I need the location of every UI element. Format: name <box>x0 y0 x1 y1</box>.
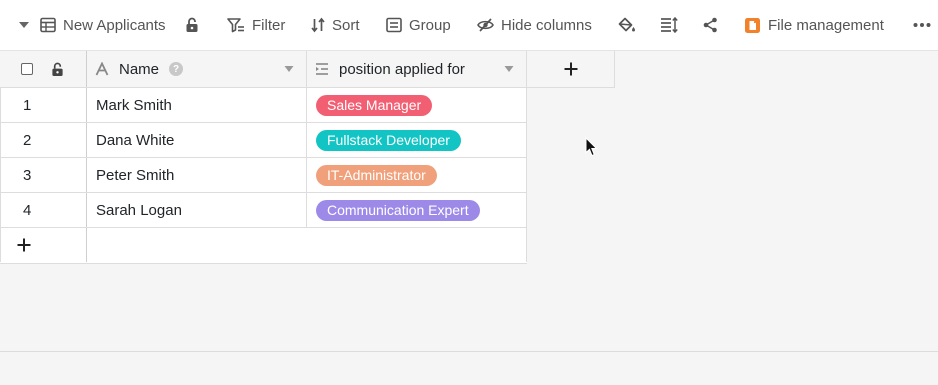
header-select-cell <box>0 51 87 87</box>
column-title: Name <box>119 60 160 78</box>
name-cell[interactable]: Mark Smith <box>87 88 307 122</box>
table-row[interactable]: 4 Sarah Logan Communication Expert <box>0 193 527 228</box>
position-tag: IT-Administrator <box>316 164 437 186</box>
text-type-icon <box>95 62 109 76</box>
view-dropdown-toggle[interactable] <box>18 0 30 50</box>
paint-bucket-icon <box>618 17 635 32</box>
row-height-button[interactable] <box>660 0 678 50</box>
row-index[interactable]: 3 <box>0 158 87 192</box>
sort-icon <box>311 17 325 33</box>
position-cell[interactable]: Communication Expert <box>307 193 527 227</box>
hide-columns-button[interactable]: Hide columns <box>477 0 592 50</box>
position-tag: Fullstack Developer <box>316 129 461 151</box>
column-title: position applied for <box>339 60 465 78</box>
caret-down-icon <box>19 22 29 28</box>
help-icon[interactable]: ? <box>169 62 184 76</box>
position-cell[interactable]: Fullstack Developer <box>307 123 527 157</box>
table-row[interactable]: 1 Mark Smith Sales Manager <box>0 88 527 123</box>
position-tag: Sales Manager <box>316 94 433 116</box>
sort-button[interactable]: Sort <box>311 0 360 50</box>
position-cell[interactable]: IT-Administrator <box>307 158 527 192</box>
mouse-cursor-icon <box>585 137 598 157</box>
table-row[interactable]: 2 Dana White Fullstack Developer <box>0 123 527 158</box>
hide-columns-label: Hide columns <box>501 16 592 34</box>
group-icon <box>386 17 402 33</box>
add-row-button[interactable] <box>0 228 527 264</box>
add-row-cell[interactable] <box>0 228 87 262</box>
plus-icon <box>564 62 577 76</box>
row-index[interactable]: 2 <box>0 123 87 157</box>
file-management-button[interactable]: File management <box>744 0 884 50</box>
lock-view-button[interactable] <box>185 0 199 50</box>
table-row[interactable]: 3 Peter Smith IT-Administrator <box>0 158 527 193</box>
unlock-icon <box>186 17 198 32</box>
eye-slash-icon <box>477 18 494 32</box>
table-selector[interactable]: New Applicants <box>40 0 166 50</box>
name-cell[interactable]: Sarah Logan <box>87 193 307 227</box>
table-icon <box>40 17 56 33</box>
share-icon <box>703 17 717 33</box>
group-button[interactable]: Group <box>386 0 451 50</box>
row-color-button[interactable] <box>618 0 636 50</box>
more-options-button[interactable] <box>913 0 931 50</box>
add-row-empty[interactable] <box>87 228 527 262</box>
name-cell[interactable]: Peter Smith <box>87 158 307 192</box>
position-cell[interactable]: Sales Manager <box>307 88 527 122</box>
caret-down-icon[interactable] <box>284 65 294 73</box>
column-header-position[interactable]: position applied for <box>307 51 527 87</box>
group-label: Group <box>409 16 451 34</box>
filter-label: Filter <box>252 16 286 34</box>
grid-header-row: Name ? position applied for <box>0 51 615 88</box>
position-tag: Communication Expert <box>316 199 480 221</box>
file-management-icon <box>745 17 760 33</box>
plus-icon <box>17 238 31 252</box>
unlock-icon[interactable] <box>51 62 64 77</box>
row-height-icon <box>661 17 678 33</box>
filter-icon <box>227 18 244 33</box>
grid-body: 1 Mark Smith Sales Manager 2 Dana White … <box>0 88 527 264</box>
select-all-checkbox[interactable] <box>21 63 33 75</box>
caret-down-icon[interactable] <box>504 65 514 73</box>
row-index[interactable]: 1 <box>0 88 87 122</box>
view-toolbar: New Applicants Filter Sort Group Hide co… <box>0 0 938 51</box>
bottom-status-bar <box>0 351 938 385</box>
single-select-type-icon <box>316 63 328 75</box>
more-horizontal-icon <box>913 23 931 27</box>
share-button[interactable] <box>703 0 718 50</box>
file-management-label: File management <box>768 16 884 34</box>
filter-button[interactable]: Filter <box>227 0 285 50</box>
name-cell[interactable]: Dana White <box>87 123 307 157</box>
row-index[interactable]: 4 <box>0 193 87 227</box>
sort-label: Sort <box>332 16 360 34</box>
column-header-name[interactable]: Name ? <box>87 51 307 87</box>
table-name: New Applicants <box>63 16 166 34</box>
add-column-button[interactable] <box>527 51 615 87</box>
